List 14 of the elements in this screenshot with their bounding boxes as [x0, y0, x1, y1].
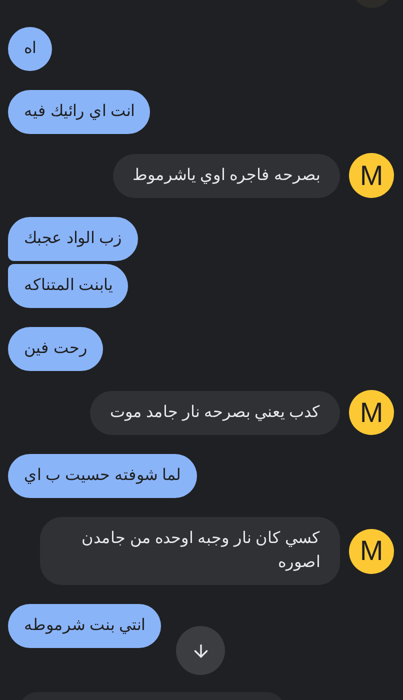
message-bubble: اه [8, 27, 52, 71]
avatar: M [349, 390, 394, 435]
message-bubble: انتي بنت شرموطه [8, 604, 161, 648]
message-bubble: بصرحه فاجره اوي ياشرموط [112, 154, 340, 198]
message-bubble: زب الواد عجبك [8, 217, 138, 261]
message-bubble: كسي كان نار وجبه اوحده من جامدن اصوره [40, 517, 340, 585]
scroll-down-button[interactable] [176, 626, 225, 675]
avatar: M [349, 528, 394, 574]
message-bubble: انت اي رائيك فيه [8, 90, 150, 134]
message-bubble: لما شوفته حسيت ب اي [8, 454, 197, 498]
message-bubble: رحت فين [8, 327, 104, 371]
message-bubble: كدب يعني بصرحه نار جامد موت [90, 390, 340, 434]
avatar: M [349, 153, 394, 198]
message-bubble: يابنت المتناكه [8, 264, 128, 308]
